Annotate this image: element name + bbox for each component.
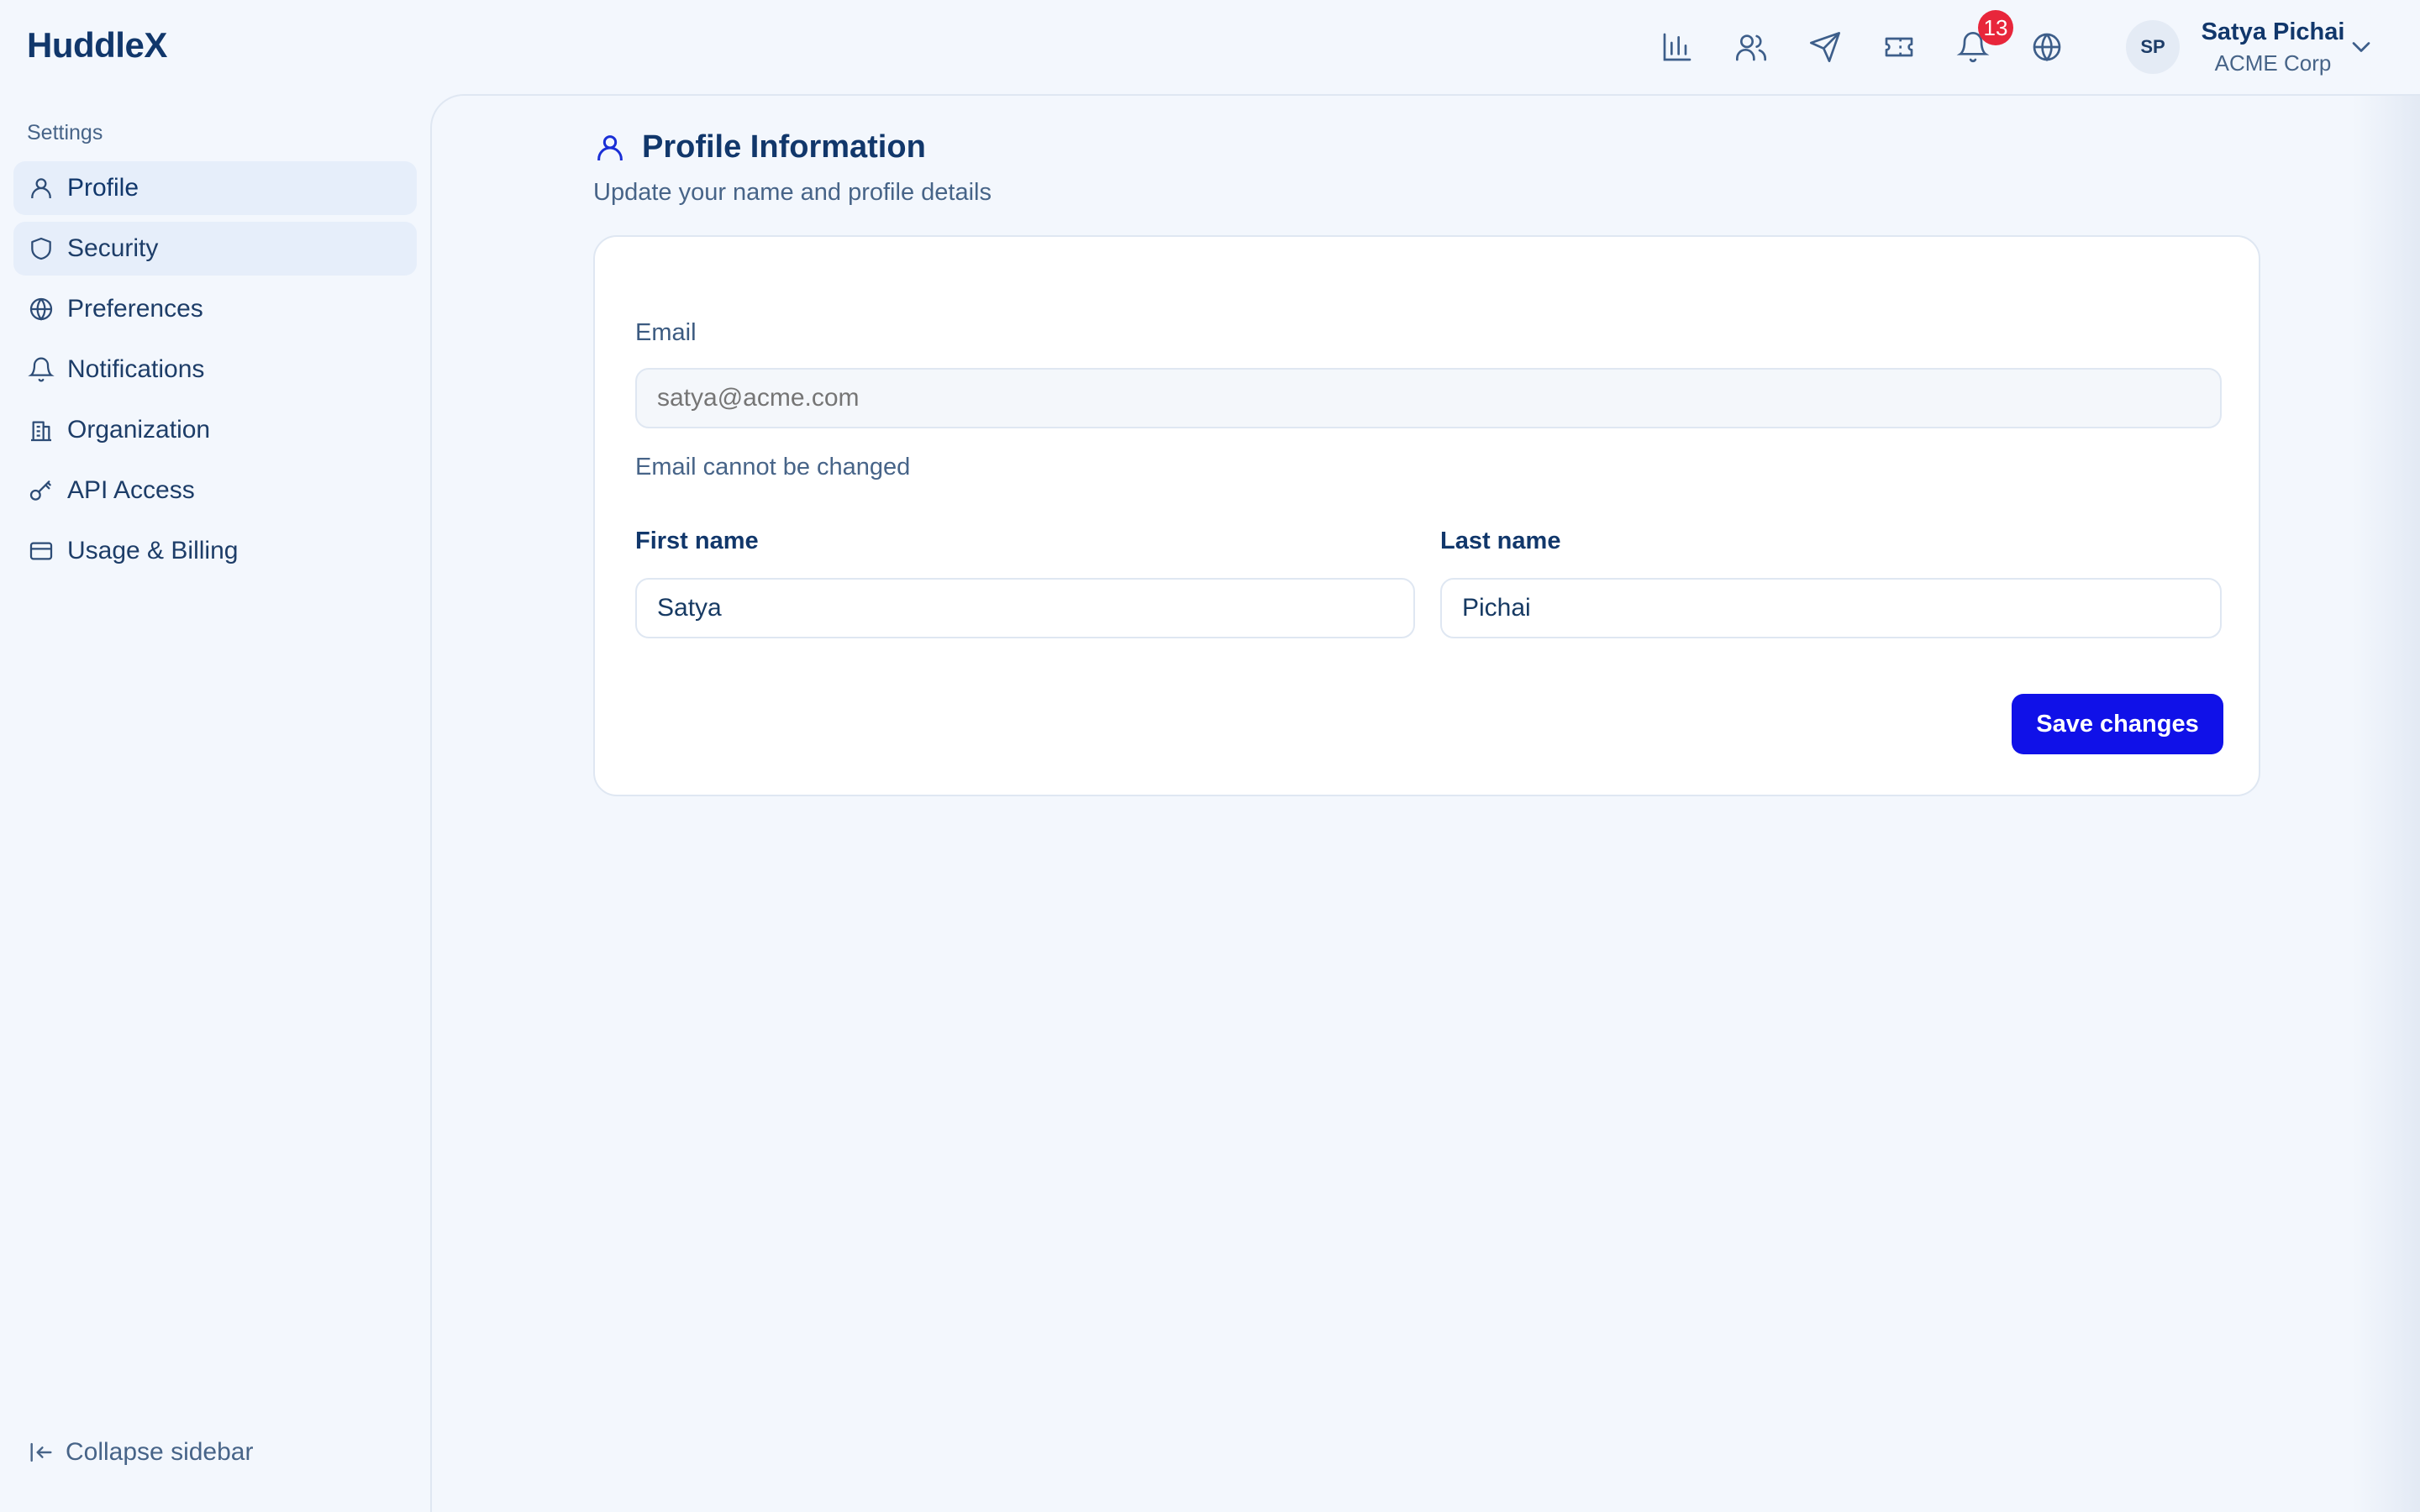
users-icon[interactable] (1729, 25, 1773, 69)
bell-icon (27, 355, 55, 384)
notification-badge: 13 (1978, 10, 2013, 45)
email-field (635, 368, 2222, 428)
user-icon (27, 174, 55, 202)
save-button[interactable]: Save changes (2012, 694, 2223, 754)
top-header: HuddleX 13 SP Satya Pichai ACME Corp (0, 0, 2420, 94)
user-menu[interactable]: SP Satya Pichai ACME Corp (2126, 18, 2378, 76)
building-icon (27, 416, 55, 444)
ticket-icon[interactable] (1877, 25, 1921, 69)
sidebar-item-organization[interactable]: Organization (13, 403, 417, 457)
collapse-sidebar-button[interactable]: Collapse sidebar (27, 1438, 253, 1467)
globe-icon (27, 295, 55, 323)
page-title: Profile Information (593, 129, 992, 165)
user-org: ACME Corp (2214, 50, 2332, 76)
credit-card-icon (27, 537, 55, 565)
user-name: Satya Pichai (2201, 18, 2345, 45)
sidebar-item-usage-billing[interactable]: Usage & Billing (13, 524, 417, 578)
sidebar-item-label: Security (67, 234, 159, 262)
send-icon[interactable] (1803, 25, 1847, 69)
sidebar-item-preferences[interactable]: Preferences (13, 282, 417, 336)
collapse-sidebar-label: Collapse sidebar (66, 1438, 254, 1466)
sidebar-item-api-access[interactable]: API Access (13, 464, 417, 517)
section-header: Profile Information Update your name and… (593, 129, 992, 207)
main-content: Profile Information Update your name and… (430, 94, 2420, 1512)
sidebar-item-profile[interactable]: Profile (13, 161, 417, 215)
email-label: Email (635, 319, 697, 346)
shield-icon (27, 234, 55, 263)
profile-form-card: Email Email cannot be changed First name… (593, 235, 2260, 796)
sidebar-title: Settings (27, 121, 103, 144)
sidebar-item-label: Notifications (67, 355, 205, 383)
page-title-text: Profile Information (642, 129, 926, 165)
page-subtitle: Update your name and profile details (593, 179, 992, 206)
email-helper-text: Email cannot be changed (635, 454, 911, 480)
user-icon (593, 131, 627, 165)
sidebar-item-label: Preferences (67, 295, 203, 323)
last-name-field[interactable] (1440, 578, 2222, 638)
sidebar-item-label: API Access (67, 476, 195, 504)
sidebar-item-notifications[interactable]: Notifications (13, 343, 417, 396)
sidebar-item-label: Profile (67, 174, 139, 202)
sidebar-item-label: Usage & Billing (67, 537, 239, 564)
last-name-label: Last name (1440, 528, 1561, 554)
collapse-arrow-icon (30, 1442, 52, 1462)
key-icon (27, 476, 55, 505)
avatar[interactable]: SP (2126, 20, 2180, 74)
first-name-field[interactable] (635, 578, 1415, 638)
settings-sidebar: Settings Profile Security Preferences No… (0, 94, 430, 1512)
sidebar-item-label: Organization (67, 416, 211, 444)
sidebar-item-security[interactable]: Security (13, 222, 417, 276)
bar-chart-icon[interactable] (1655, 25, 1699, 69)
globe-icon[interactable] (2025, 25, 2069, 69)
edge-fade (2353, 96, 2420, 1512)
app-logo[interactable]: HuddleX (27, 25, 167, 66)
first-name-label: First name (635, 528, 759, 554)
chevron-down-icon[interactable] (2346, 32, 2376, 62)
